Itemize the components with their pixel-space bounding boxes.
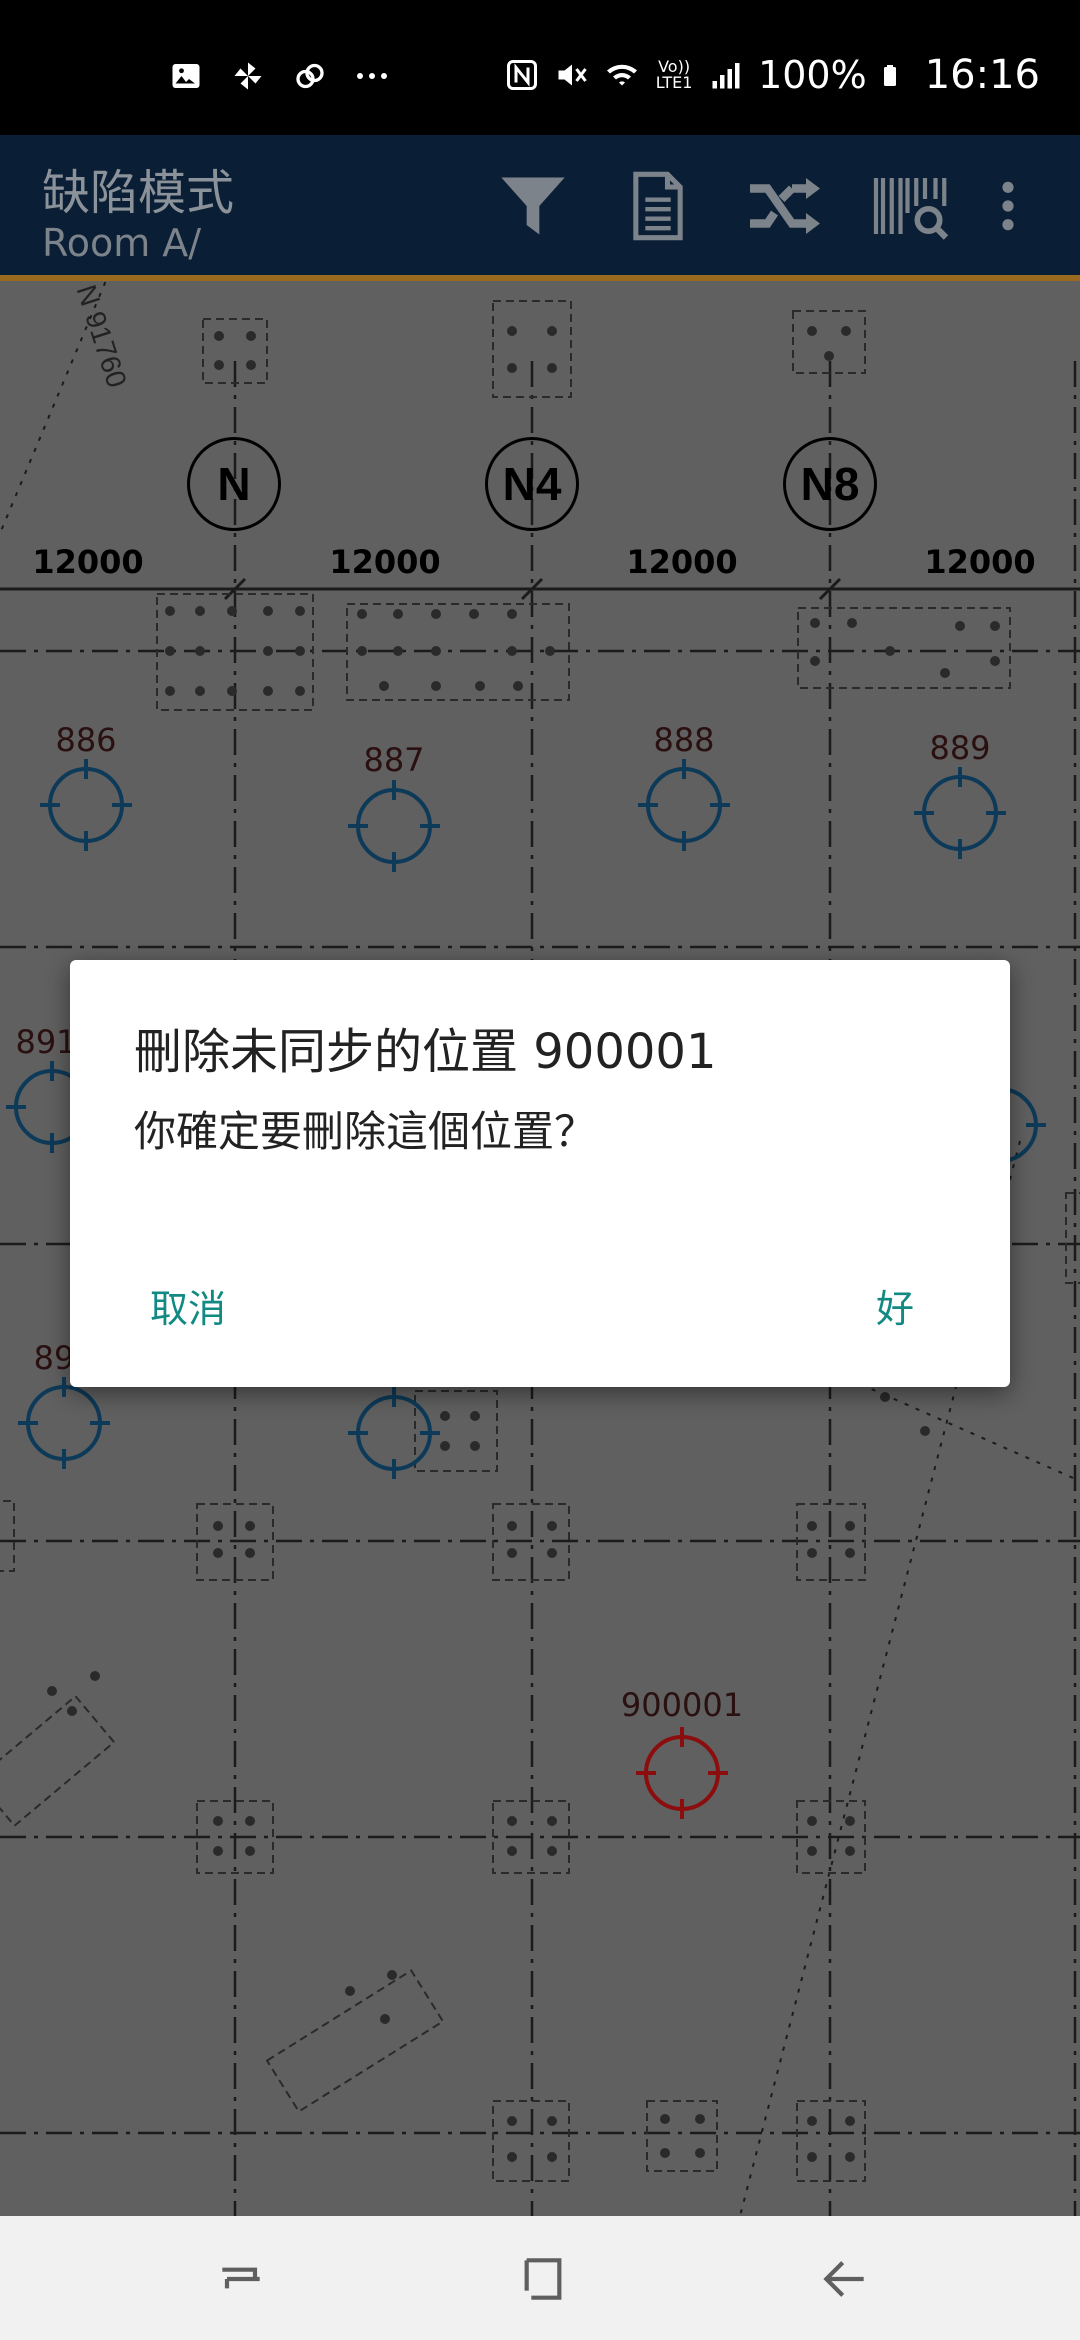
report-button[interactable] xyxy=(615,163,701,249)
more-dots-icon xyxy=(357,73,387,79)
back-icon xyxy=(823,2261,864,2297)
home-button[interactable] xyxy=(508,2244,578,2314)
status-left-icons xyxy=(168,58,390,94)
home-icon xyxy=(524,2258,562,2300)
status-right-icons: Vo)) LTE1 100% 16:16 xyxy=(504,52,1040,98)
link-icon xyxy=(296,63,324,89)
recent-apps-button[interactable] xyxy=(206,2244,276,2314)
barcode-search-button[interactable] xyxy=(868,163,954,249)
overflow-menu-button[interactable] xyxy=(980,163,1036,249)
app-title: 缺陷模式 xyxy=(42,165,235,221)
app-bar: 缺陷模式 Room A/ xyxy=(0,135,1080,281)
barcode-search-icon xyxy=(873,178,949,240)
battery-percent: 100% xyxy=(758,53,867,97)
mute-icon xyxy=(558,64,587,86)
wifi-icon xyxy=(607,64,638,86)
ok-button[interactable]: 好 xyxy=(876,1278,914,1333)
battery-icon xyxy=(883,65,896,86)
dialog-title: 刪除未同步的位置 900001 xyxy=(134,1024,717,1080)
image-icon xyxy=(172,64,200,88)
recent-apps-icon xyxy=(222,2267,260,2289)
back-button[interactable] xyxy=(810,2244,880,2314)
volte-label: Vo)) LTE1 xyxy=(655,57,693,92)
shuffle-icon xyxy=(750,178,820,234)
filter-icon xyxy=(501,177,565,235)
pinwheel-icon xyxy=(234,62,262,90)
nfc-icon xyxy=(507,60,538,90)
breadcrumb: Room A/ xyxy=(42,221,202,265)
delete-location-dialog: 刪除未同步的位置 900001 你確定要刪除這個位置？ 取消 好 xyxy=(70,960,1010,1387)
navigation-bar xyxy=(0,2216,1080,2340)
cancel-button[interactable]: 取消 xyxy=(150,1278,226,1333)
dialog-message: 你確定要刪除這個位置？ xyxy=(134,1107,597,1156)
signal-icon xyxy=(712,63,740,89)
clock: 16:16 xyxy=(924,52,1040,98)
overflow-menu-icon xyxy=(1002,181,1014,231)
shuffle-button[interactable] xyxy=(742,163,828,249)
filter-button[interactable] xyxy=(490,163,576,249)
document-icon xyxy=(633,171,683,241)
status-bar: Vo)) LTE1 100% 16:16 xyxy=(0,0,1080,135)
